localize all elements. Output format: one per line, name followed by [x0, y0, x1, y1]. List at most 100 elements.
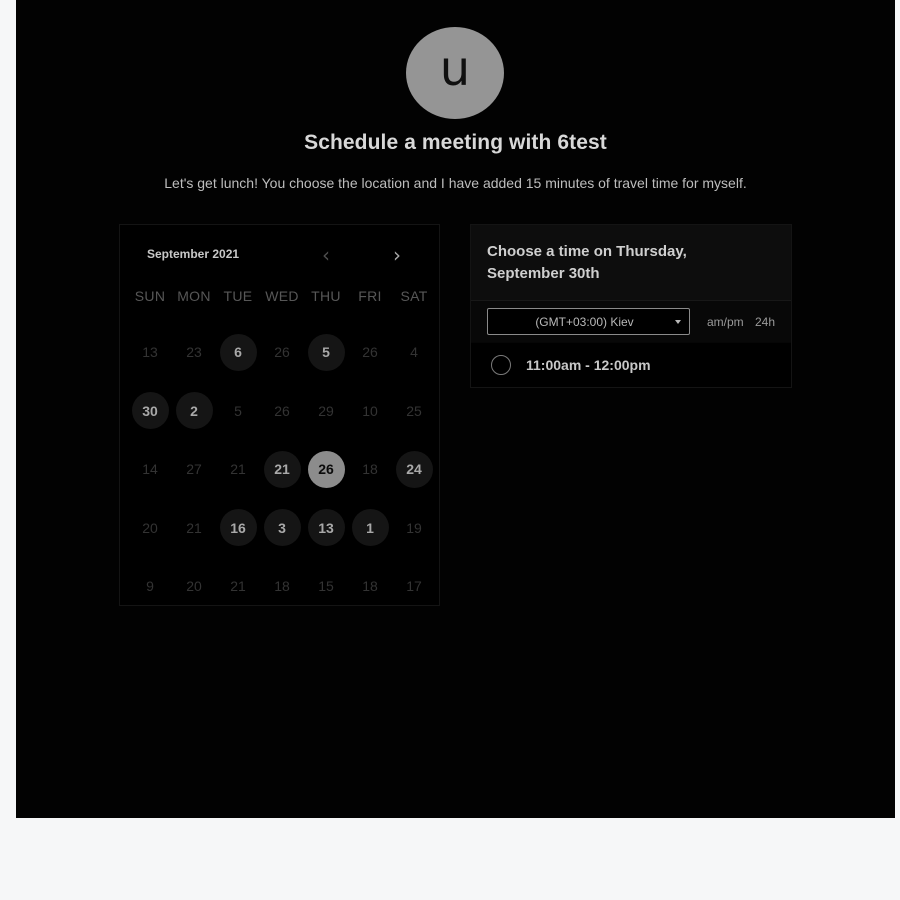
calendar-day-unavailable: 9	[128, 568, 172, 605]
caret-down-icon	[675, 320, 681, 324]
calendar-day-number: 4	[410, 344, 418, 361]
calendar-week-row: 13 23 6 26 5 26 4	[128, 323, 458, 382]
calendar-day-number: 6	[219, 333, 257, 371]
scheduling-page: u Schedule a meeting with 6test Let's ge…	[16, 0, 895, 818]
calendar-day-number: 21	[230, 578, 246, 595]
time-slot[interactable]: 11:00am - 12:00pm	[471, 343, 791, 387]
timezone-row: (GMT+03:00) Kiev am/pm 24h	[471, 301, 791, 342]
calendar-day-unavailable: 17	[392, 568, 436, 605]
calendar-day-unavailable: 23	[172, 334, 216, 371]
calendar-day-number: 5	[234, 402, 242, 419]
calendar-day-number: 27	[186, 461, 202, 478]
calendar-day-available[interactable]: 16	[216, 509, 260, 547]
time-slot-label: 11:00am - 12:00pm	[526, 357, 651, 373]
calendar-day-selected[interactable]: 26	[304, 450, 348, 488]
calendar-day-available[interactable]: 30	[128, 392, 172, 430]
calendar: September 2021 ‹ › SUN MON TUE WED THU FRI SAT…	[119, 224, 440, 606]
calendar-week-row: 20 21 16 3 13 1 19	[128, 499, 458, 558]
calendar-day-unavailable: 21	[216, 451, 260, 488]
calendar-day-number: 23	[186, 344, 202, 361]
weekday-label: SAT	[400, 288, 428, 304]
calendar-week-row: 30 2 5 26 29 10 25	[128, 382, 458, 441]
avatar-letter: u	[439, 41, 471, 97]
calendar-day-number: 9	[146, 578, 154, 595]
calendar-day-available[interactable]: 6	[216, 333, 260, 371]
calendar-day-available[interactable]: 24	[392, 450, 436, 488]
calendar-day-unavailable: 4	[392, 334, 436, 371]
calendar-day-number: 29	[318, 402, 334, 419]
calendar-day-number: 21	[186, 519, 202, 536]
calendar-day-unavailable: 20	[172, 568, 216, 605]
calendar-day-number: 14	[142, 461, 158, 478]
calendar-day-unavailable: 19	[392, 509, 436, 546]
weekday-label: TUE	[223, 288, 253, 304]
calendar-day-unavailable: 18	[348, 451, 392, 488]
calendar-day-number: 2	[175, 392, 213, 430]
calendar-day-number: 20	[142, 519, 158, 536]
calendar-month-label: September 2021	[147, 247, 240, 261]
calendar-day-number: 19	[406, 519, 422, 536]
calendar-day-available[interactable]: 2	[172, 392, 216, 430]
calendar-day-number: 24	[395, 450, 433, 488]
calendar-day-unavailable: 25	[392, 392, 436, 429]
calendar-day-number: 16	[219, 509, 257, 547]
calendar-day-unavailable: 26	[260, 334, 304, 371]
calendar-day-available[interactable]: 13	[304, 509, 348, 547]
weekday-label: WED	[265, 288, 299, 304]
calendar-day-number: 26	[362, 344, 378, 361]
time-picker-panel: Choose a time on Thursday, September 30t…	[470, 224, 792, 388]
time-panel-header: Choose a time on Thursday, September 30t…	[471, 225, 791, 301]
calendar-day-unavailable: 15	[304, 568, 348, 605]
calendar-day-unavailable: 18	[260, 568, 304, 605]
calendar-day-unavailable: 27	[172, 451, 216, 488]
calendar-day-unavailable: 10	[348, 392, 392, 429]
calendar-day-unavailable: 26	[348, 334, 392, 371]
calendar-day-available[interactable]: 5	[304, 333, 348, 371]
calendar-day-unavailable: 18	[348, 568, 392, 605]
calendar-week-row: 14 27 21 21 26 18 24	[128, 440, 458, 499]
calendar-day-unavailable: 13	[128, 334, 172, 371]
calendar-day-number: 21	[263, 450, 301, 488]
weekday-header: SUN MON TUE WED THU FRI SAT	[128, 288, 453, 304]
calendar-day-available[interactable]: 1	[348, 509, 392, 547]
avatar: u	[406, 27, 504, 119]
calendar-day-number: 26	[274, 402, 290, 419]
calendar-day-number: 26	[307, 450, 345, 488]
format-24h-toggle[interactable]: 24h	[755, 315, 775, 329]
calendar-day-number: 13	[142, 344, 158, 361]
calendar-day-number: 10	[362, 402, 378, 419]
weekday-label: SUN	[134, 288, 166, 304]
calendar-day-number: 17	[406, 578, 422, 595]
calendar-day-number: 3	[263, 509, 301, 547]
calendar-day-number: 15	[318, 578, 334, 595]
calendar-day-number: 13	[307, 509, 345, 547]
calendar-day-number: 30	[131, 392, 169, 430]
calendar-day-number: 25	[406, 402, 422, 419]
weekday-label: THU	[311, 288, 341, 304]
calendar-day-number: 5	[307, 333, 345, 371]
calendar-week-row: 9 20 21 18 15 18 17	[128, 557, 458, 616]
format-ampm-toggle[interactable]: am/pm	[707, 315, 744, 329]
calendar-day-unavailable: 20	[128, 509, 172, 546]
time-panel-title: Choose a time on Thursday, September 30t…	[487, 243, 687, 282]
calendar-day-number: 18	[362, 461, 378, 478]
weekday-label: MON	[177, 288, 211, 304]
weekday-label: FRI	[358, 288, 382, 304]
calendar-day-number: 26	[274, 344, 290, 361]
calendar-day-available[interactable]: 3	[260, 509, 304, 547]
calendar-day-unavailable: 21	[216, 568, 260, 605]
calendar-grid: 13 23 6 26 5 26 4 30 2 5 26 29 10 25 14 27 21 21 26 18 24 20 2…	[128, 323, 458, 616]
meeting-description: Let's get lunch! You choose the location…	[164, 175, 747, 191]
calendar-day-number: 21	[230, 461, 246, 478]
calendar-day-number: 18	[274, 578, 290, 595]
calendar-day-unavailable: 14	[128, 451, 172, 488]
calendar-day-unavailable: 5	[216, 392, 260, 429]
calendar-day-unavailable: 21	[172, 509, 216, 546]
chevron-left-icon[interactable]: ‹	[316, 245, 336, 265]
page-title: Schedule a meeting with 6test	[304, 131, 607, 154]
radio-button-icon[interactable]	[491, 355, 511, 375]
chevron-right-icon[interactable]: ›	[387, 245, 407, 265]
timezone-select[interactable]: (GMT+03:00) Kiev	[487, 308, 690, 335]
calendar-day-available[interactable]: 21	[260, 450, 304, 488]
calendar-day-unavailable: 26	[260, 392, 304, 429]
